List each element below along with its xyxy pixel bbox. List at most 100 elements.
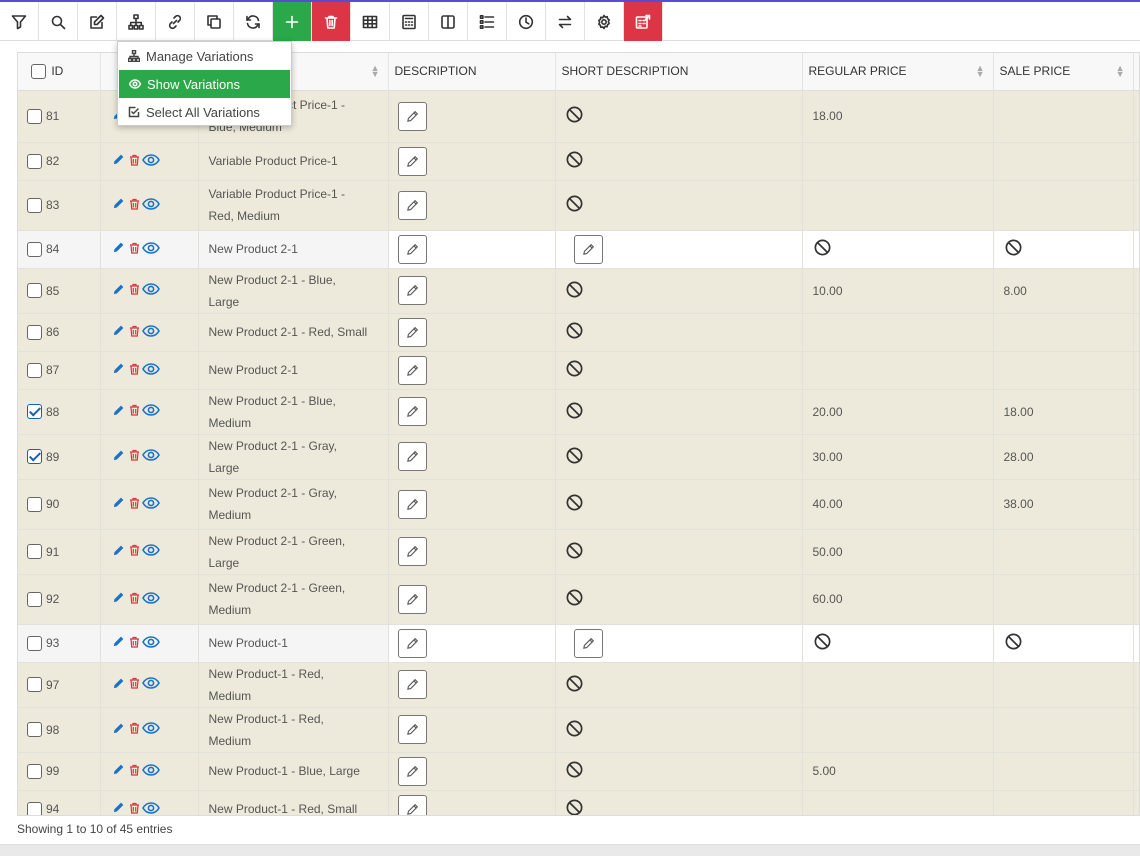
sale-price-cell[interactable] [993, 662, 1134, 708]
sale-price-value[interactable]: 8.00 [1004, 284, 1027, 298]
view-row-icon[interactable] [141, 496, 160, 513]
regular-price-cell[interactable]: 10.00 [802, 268, 994, 314]
edit-description-button[interactable] [397, 670, 427, 699]
row-checkbox[interactable] [27, 544, 42, 560]
sale-price-value[interactable]: 18.00 [1004, 405, 1034, 419]
delete-row-icon[interactable] [129, 198, 140, 213]
regular-price-value[interactable]: 5.00 [813, 764, 836, 778]
edit-row-icon[interactable] [112, 241, 125, 257]
row-checkbox[interactable] [27, 801, 42, 815]
edit-description-button[interactable] [397, 628, 427, 658]
product-name-cell[interactable]: New Product 2-1 - Green, Medium [198, 574, 389, 625]
row-checkbox[interactable] [27, 677, 42, 693]
product-name-cell[interactable]: New Product-1 - Blue, Large [198, 752, 389, 791]
row-checkbox[interactable] [27, 449, 42, 465]
filter-button[interactable] [0, 2, 39, 41]
delete-row-icon[interactable] [129, 449, 140, 464]
row-checkbox[interactable] [27, 722, 42, 738]
sale-price-cell[interactable] [993, 351, 1134, 390]
edit-description-button[interactable] [397, 442, 427, 471]
sale-price-cell[interactable] [993, 624, 1134, 663]
columns-button[interactable] [429, 2, 468, 41]
sort-icon[interactable]: ▲ ▼ [976, 64, 985, 79]
product-name-cell[interactable]: New Product-1 - Red, Medium [198, 707, 389, 753]
edit-row-icon[interactable] [112, 197, 125, 213]
view-row-icon[interactable] [141, 676, 160, 693]
edit-description-button[interactable] [397, 794, 427, 815]
product-name-cell[interactable]: New Product 2-1 [198, 351, 389, 390]
view-row-icon[interactable] [141, 543, 160, 560]
sale-price-cell[interactable] [993, 707, 1134, 753]
description-column-header[interactable]: DESCRIPTION [388, 53, 556, 91]
regular-price-column-header[interactable]: REGULAR PRICE ▲ ▼ [802, 53, 994, 91]
link-button[interactable] [156, 2, 195, 41]
edit-description-button[interactable] [397, 234, 427, 264]
product-name-cell[interactable]: Variable Product Price-1 [198, 142, 389, 181]
sale-price-cell[interactable] [993, 142, 1134, 181]
table-button[interactable] [351, 2, 390, 41]
add-button[interactable] [273, 2, 312, 41]
regular-price-cell[interactable]: 60.00 [802, 574, 994, 625]
edit-row-icon[interactable] [112, 801, 125, 815]
sale-price-cell[interactable] [993, 790, 1134, 815]
regular-price-cell[interactable] [802, 707, 994, 753]
calculator-button[interactable] [390, 2, 429, 41]
edit-description-button[interactable] [397, 756, 427, 786]
regular-price-cell[interactable]: 40.00 [802, 479, 994, 530]
sale-price-column-header[interactable]: SALE PRICE ▲ ▼ [993, 53, 1134, 91]
row-checkbox[interactable] [27, 496, 42, 512]
delete-row-icon[interactable] [129, 544, 140, 559]
menu-item-manage-variations[interactable]: Manage Variations [118, 42, 291, 70]
edit-description-button[interactable] [397, 317, 427, 347]
short-description-column-header[interactable]: SHORT DESCRIPTION [555, 53, 803, 91]
sale-price-cell[interactable] [993, 90, 1134, 143]
regular-price-cell[interactable] [802, 662, 994, 708]
search-button[interactable] [39, 2, 78, 41]
product-name-cell[interactable]: New Product 2-1 - Blue, Medium [198, 389, 389, 435]
sale-price-cell[interactable] [993, 574, 1134, 625]
product-name-cell[interactable]: New Product 2-1 - Blue, Large [198, 268, 389, 314]
product-name-cell[interactable]: New Product 2-1 [198, 230, 389, 269]
sale-price-cell[interactable]: 18.00 [993, 389, 1134, 435]
delete-row-icon[interactable] [129, 154, 140, 169]
view-row-icon[interactable] [141, 362, 160, 379]
sale-price-cell[interactable] [993, 230, 1134, 269]
edit-description-button[interactable] [397, 355, 427, 385]
edit-description-button[interactable] [397, 715, 427, 744]
edit-row-icon[interactable] [112, 496, 125, 512]
product-name-cell[interactable]: New Product 2-1 - Red, Small [198, 313, 389, 352]
row-checkbox[interactable] [27, 153, 42, 169]
refresh-button[interactable] [234, 2, 273, 41]
delete-row-icon[interactable] [129, 497, 140, 512]
sale-price-cell[interactable]: 38.00 [993, 479, 1134, 530]
regular-price-value[interactable]: 50.00 [813, 545, 843, 559]
sale-price-cell[interactable] [993, 752, 1134, 791]
regular-price-cell[interactable]: 50.00 [802, 529, 994, 575]
view-row-icon[interactable] [141, 197, 160, 214]
product-name-cell[interactable]: New Product-1 - Red, Small [198, 790, 389, 815]
edit-row-icon[interactable] [112, 591, 125, 607]
row-checkbox[interactable] [27, 241, 42, 257]
sale-price-value[interactable]: 38.00 [1004, 497, 1034, 511]
edit-row-icon[interactable] [112, 404, 125, 420]
edit-short-description-button[interactable] [573, 234, 603, 264]
id-column-header[interactable]: ID [18, 53, 101, 91]
select-all-checkbox[interactable] [31, 63, 46, 79]
edit-description-button[interactable] [397, 537, 427, 566]
delete-row-icon[interactable] [129, 764, 140, 779]
view-row-icon[interactable] [141, 403, 160, 420]
regular-price-value[interactable]: 10.00 [813, 284, 843, 298]
edit-description-button[interactable] [397, 146, 427, 176]
view-row-icon[interactable] [141, 721, 160, 738]
edit-description-button[interactable] [397, 584, 427, 614]
row-checkbox[interactable] [27, 635, 42, 651]
settings-button[interactable] [585, 2, 624, 41]
product-name-cell[interactable]: New Product-1 - Red, Medium [198, 662, 389, 708]
edit-description-button[interactable] [397, 190, 427, 220]
edit-row-icon[interactable] [112, 283, 125, 299]
product-name-cell[interactable]: New Product 2-1 - Gray, Medium [198, 479, 389, 530]
menu-item-show-variations[interactable]: Show Variations [119, 70, 290, 98]
edit-description-button[interactable] [397, 276, 427, 305]
regular-price-cell[interactable] [802, 180, 994, 231]
regular-price-cell[interactable]: 5.00 [802, 752, 994, 791]
